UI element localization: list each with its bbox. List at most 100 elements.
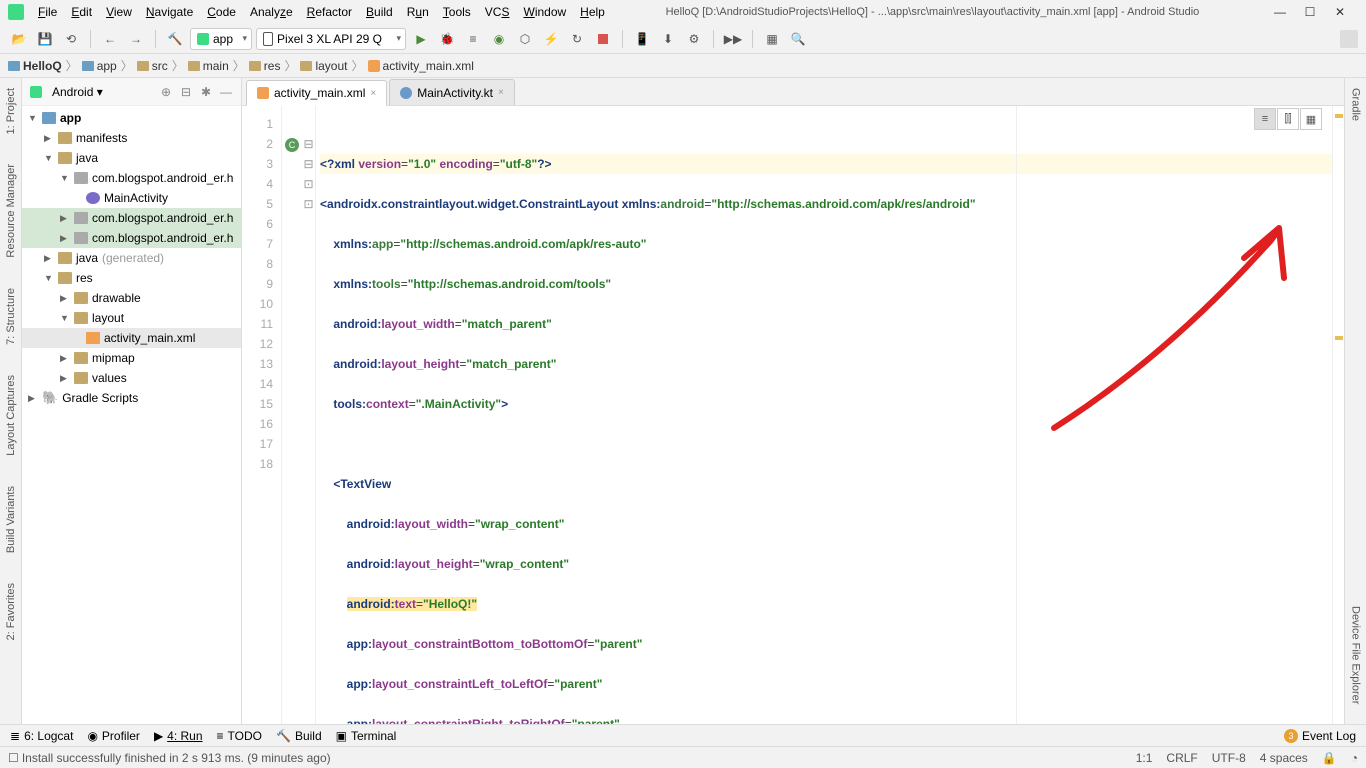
design-view-button[interactable]: ▦ (1300, 108, 1322, 130)
tool-profiler[interactable]: ◉ Profiler (87, 729, 140, 743)
bc-app[interactable]: app (82, 59, 117, 73)
tool-layout-captures[interactable]: Layout Captures (5, 375, 17, 456)
class-usage-icon[interactable]: C (285, 138, 299, 152)
close-icon[interactable]: × (498, 87, 504, 98)
expand-all-icon[interactable]: ⊟ (179, 85, 193, 99)
menu-refactor[interactable]: Refactor (301, 3, 358, 21)
line-separator[interactable]: CRLF (1166, 751, 1197, 765)
sync-icon[interactable]: ⟲ (60, 28, 82, 50)
bc-file[interactable]: activity_main.xml (368, 59, 474, 73)
nav-forward-icon[interactable]: → (125, 28, 147, 50)
inspection-icon[interactable]: ◔ (1351, 751, 1358, 765)
menu-view[interactable]: View (100, 3, 138, 21)
file-encoding[interactable]: UTF-8 (1212, 751, 1246, 765)
tool-run[interactable]: ▶ 4: Run (154, 729, 203, 743)
coverage-icon[interactable]: ≡ (462, 28, 484, 50)
menu-vcs[interactable]: VCS (479, 3, 516, 21)
run-config-dropdown[interactable]: app (190, 28, 252, 50)
warning-marker[interactable] (1335, 114, 1343, 118)
tool-project[interactable]: 1: Project (5, 88, 17, 134)
close-button[interactable]: ✕ (1334, 6, 1346, 18)
close-icon[interactable]: × (370, 88, 376, 99)
code-view-button[interactable]: ≡ (1254, 108, 1276, 130)
tree-app[interactable]: ▼app (22, 108, 241, 128)
save-icon[interactable]: 💾 (34, 28, 56, 50)
menu-edit[interactable]: Edit (65, 3, 98, 21)
tree-drawable[interactable]: ▶drawable (22, 288, 241, 308)
tool-device-file-explorer[interactable]: Device File Explorer (1350, 606, 1362, 704)
bc-res[interactable]: res (249, 59, 281, 73)
tree-activity-main-xml[interactable]: activity_main.xml (22, 328, 241, 348)
sdk-manager-icon[interactable]: ⬇ (657, 28, 679, 50)
tool-event-log[interactable]: 3Event Log (1284, 729, 1356, 743)
scroll-from-source-icon[interactable]: ⊕ (159, 85, 173, 99)
tool-build[interactable]: 🔨 Build (276, 729, 322, 743)
debug-icon[interactable]: 🐞 (436, 28, 458, 50)
device-dropdown[interactable]: Pixel 3 XL API 29 Q (256, 28, 406, 50)
tree-main-activity[interactable]: MainActivity (22, 188, 241, 208)
status-icon[interactable]: ☐ (8, 751, 19, 765)
avd-manager-icon[interactable]: 📱 (631, 28, 653, 50)
user-avatar[interactable] (1340, 30, 1358, 48)
menu-window[interactable]: Window (517, 3, 572, 21)
search-icon[interactable]: 🔍 (787, 28, 809, 50)
menu-build[interactable]: Build (360, 3, 399, 21)
bc-project[interactable]: HelloQ (8, 59, 62, 73)
readonly-lock-icon[interactable]: 🔒 (1322, 751, 1337, 765)
maximize-button[interactable]: ☐ (1304, 6, 1316, 18)
tab-main-activity-kt[interactable]: MainActivity.kt× (389, 79, 515, 105)
menu-code[interactable]: Code (201, 3, 242, 21)
build-icon[interactable]: 🔨 (164, 28, 186, 50)
project-structure-icon[interactable]: ▦ (761, 28, 783, 50)
tool-gradle[interactable]: Gradle (1350, 88, 1362, 121)
tree-pkg1[interactable]: ▼com.blogspot.android_er.h (22, 168, 241, 188)
run-anything-icon[interactable]: ▶▶ (722, 28, 744, 50)
nav-back-icon[interactable]: ← (99, 28, 121, 50)
menu-tools[interactable]: Tools (437, 3, 477, 21)
menu-navigate[interactable]: Navigate (140, 3, 199, 21)
attach-debugger-icon[interactable]: ⬡ (514, 28, 536, 50)
tree-java[interactable]: ▼java (22, 148, 241, 168)
tree-mipmap[interactable]: ▶mipmap (22, 348, 241, 368)
bc-src[interactable]: src (137, 59, 168, 73)
open-icon[interactable]: 📂 (8, 28, 30, 50)
bc-layout[interactable]: layout (300, 59, 347, 73)
tool-terminal[interactable]: ▣ Terminal (336, 729, 397, 743)
tool-favorites[interactable]: 2: Favorites (5, 583, 17, 640)
tool-build-variants[interactable]: Build Variants (5, 486, 17, 553)
indent-info[interactable]: 4 spaces (1260, 751, 1308, 765)
tree-manifests[interactable]: ▶manifests (22, 128, 241, 148)
stop-icon[interactable] (592, 28, 614, 50)
bc-main[interactable]: main (188, 59, 229, 73)
minimize-button[interactable]: — (1274, 6, 1286, 18)
project-view-selector[interactable]: Android ▾ (52, 85, 153, 99)
split-view-button[interactable]: ⫿⫿ (1277, 108, 1299, 130)
error-stripe[interactable] (1332, 106, 1344, 724)
restart-activity-icon[interactable]: ↻ (566, 28, 588, 50)
tool-structure[interactable]: 7: Structure (5, 288, 17, 345)
hide-icon[interactable]: — (219, 85, 233, 99)
tree-values[interactable]: ▶values (22, 368, 241, 388)
tool-logcat[interactable]: ≣ 6: Logcat (10, 729, 73, 743)
code-editor[interactable]: 123456789101112131415161718 C ⊟⊟⊡⊡ <?xml… (242, 106, 1344, 724)
tool-resource-manager[interactable]: Resource Manager (5, 164, 17, 258)
apply-changes-icon[interactable]: ⚡ (540, 28, 562, 50)
tree-pkg2[interactable]: ▶com.blogspot.android_er.h (22, 208, 241, 228)
tool-todo[interactable]: ≡ TODO (217, 729, 262, 743)
menu-run[interactable]: Run (401, 3, 435, 21)
tab-activity-main-xml[interactable]: activity_main.xml× (246, 80, 387, 106)
troubleshoot-icon[interactable]: ⚙ (683, 28, 705, 50)
tree-layout[interactable]: ▼layout (22, 308, 241, 328)
menu-file[interactable]: File (32, 3, 63, 21)
tree-pkg3[interactable]: ▶com.blogspot.android_er.h (22, 228, 241, 248)
tree-java-gen[interactable]: ▶java (generated) (22, 248, 241, 268)
caret-position[interactable]: 1:1 (1136, 751, 1153, 765)
run-icon[interactable]: ▶ (410, 28, 432, 50)
menu-analyze[interactable]: Analyze (244, 3, 299, 21)
menu-help[interactable]: Help (574, 3, 611, 21)
warning-marker[interactable] (1335, 336, 1343, 340)
tree-res[interactable]: ▼res (22, 268, 241, 288)
settings-icon[interactable]: ✱ (199, 85, 213, 99)
code-content[interactable]: <?xml version="1.0" encoding="utf-8"?> <… (316, 106, 1332, 724)
tree-gradle-scripts[interactable]: ▶🐘Gradle Scripts (22, 388, 241, 408)
